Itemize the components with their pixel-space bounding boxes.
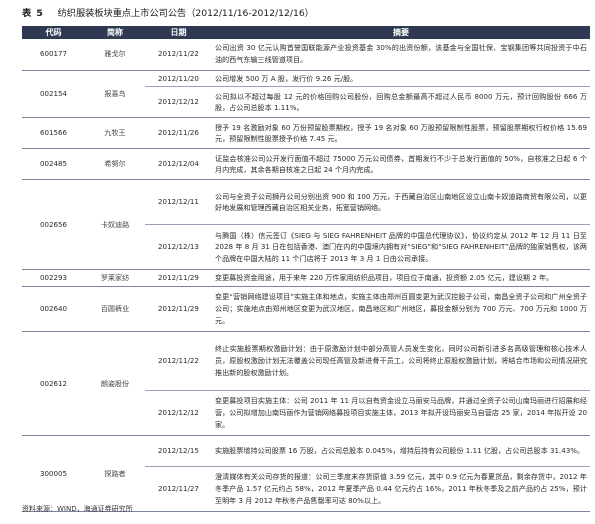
- cell-date: 2012/11/22: [145, 39, 212, 71]
- cell-name: 九牧王: [85, 117, 145, 150]
- cell-summary: 授予 19 名激励对象 60 万份预留股票期权，授予 19 名对象 60 万股预…: [212, 117, 590, 150]
- cell-summary: 公司与全资子公司狮丹公司分别出资 900 和 100 万元，于西藏自治区山南地区…: [212, 179, 590, 226]
- table-title-text: 纺织服装板块重点上市公司公告（2012/11/16-2012/12/16）: [57, 8, 314, 19]
- cell-code: 002612: [22, 331, 85, 437]
- cell-summary: 实施股票增持公司股票 16 万股，占公司总股本 0.045%，增持后持有公司股份…: [212, 435, 590, 468]
- table-header-row: 代码 简称 日期 摘要: [22, 26, 590, 39]
- page: 表 5 纺织服装板块重点上市公司公告（2012/11/16-2012/12/16…: [0, 0, 595, 524]
- cell-code: 002293: [22, 269, 85, 288]
- table-title: 表 5 纺织服装板块重点上市公司公告（2012/11/16-2012/12/16…: [22, 8, 314, 20]
- cell-name: 百圆裤业: [85, 286, 145, 333]
- cell-name: 探路者: [85, 435, 145, 513]
- table-row: 002656 卡奴迪路 2012/12/11 公司与全资子公司狮丹公司分别出资 900…: [22, 179, 590, 271]
- cell-code: 002656: [22, 179, 85, 271]
- table-row: 600177 雅戈尔 2012/11/22 公司出资 30 亿元认购首誉国联能源产业投…: [22, 39, 590, 71]
- header-code: 代码: [22, 26, 85, 39]
- cell-code: 300005: [22, 435, 85, 513]
- cell-code: 002154: [22, 70, 85, 119]
- cell-name: 希努尔: [85, 148, 145, 181]
- cell-name: 报喜鸟: [85, 70, 145, 119]
- cell-date: 2012/11/20: [145, 70, 212, 88]
- table-body: 600177 雅戈尔 2012/11/22 公司出资 30 亿元认购首誉国联能源产业投…: [22, 39, 590, 513]
- cell-summary: 变更“营销网络建设项目”实施主体和地点，实施主体由郑州百圆变更为武汉控股子公司，…: [212, 286, 590, 333]
- cell-name: 卡奴迪路: [85, 179, 145, 271]
- table-row: 002293 罗莱家纺 2012/11/29 变更募投资金用途，用于来年 220 万件…: [22, 269, 590, 288]
- table-row: 002485 希努尔 2012/12/04 证监会核准公司公开发行面值不超过 7500…: [22, 148, 590, 181]
- cell-date: 2012/11/26: [145, 117, 212, 150]
- cell-date: 2012/12/15: [145, 435, 212, 468]
- cell-date: 2012/11/29: [145, 286, 212, 333]
- cell-date: 2012/11/29: [145, 269, 212, 288]
- cell-date: 2012/11/27: [145, 466, 212, 513]
- cell-summary: 终止实施股票期权激励计划：由于原激励计划中部分高管人员发生变化，同时公司新引进多…: [212, 331, 590, 392]
- cell-summary: 变更募投项目实施主体：公司 2011 年 11 月以自有资金设立马丽安马品牌，并…: [212, 390, 590, 437]
- cell-name: 雅戈尔: [85, 39, 145, 71]
- header-name: 简称: [85, 26, 145, 39]
- table-row: 601566 九牧王 2012/11/26 授予 19 名激励对象 60 万份预留股票…: [22, 117, 590, 150]
- source-note: 资料来源：WIND，海通证券研究所: [22, 505, 133, 513]
- cell-summary: 公司出资 30 亿元认购首誉国联能源产业投资基金 30%的出资份额，该基金与全国…: [212, 39, 590, 71]
- cell-date: 2012/12/04: [145, 148, 212, 181]
- cell-summary: 公司拟以不超过每股 12 元的价格回购公司股份，回购总金额最高不超过人民币 80…: [212, 86, 590, 119]
- table-row: 002640 百圆裤业 2012/11/29 变更“营销网络建设项目”实施主体和地点，…: [22, 286, 590, 333]
- cell-code: 002640: [22, 286, 85, 333]
- header-summary: 摘要: [212, 26, 590, 39]
- cell-name: 朗姿股份: [85, 331, 145, 437]
- header-date: 日期: [145, 26, 212, 39]
- cell-summary: 证监会核准公司公开发行面值不超过 75000 万元公司债券，首期发行不少于总发行…: [212, 148, 590, 181]
- cell-date: 2012/12/12: [145, 390, 212, 437]
- cell-code: 601566: [22, 117, 85, 150]
- cell-date: 2012/12/13: [145, 224, 212, 271]
- table-number: 表 5: [22, 8, 44, 19]
- table-row: 002612 朗姿股份 2012/11/22 终止实施股票期权激励计划：由于原激励计划…: [22, 331, 590, 437]
- cell-code: 002485: [22, 148, 85, 181]
- announcement-table: 代码 简称 日期 摘要 600177 雅戈尔 2012/11/22 公司出资 30 亿…: [22, 26, 590, 513]
- cell-code: 600177: [22, 39, 85, 71]
- table-row: 300005 探路者 2012/12/15 实施股票增持公司股票 16 万股，占公司总…: [22, 435, 590, 513]
- cell-summary: 与腾国（株）信元签订《SIEG 与 SIEG FAHRENHEIT 品牌的中国总…: [212, 224, 590, 271]
- cell-summary: 澄清媒体有关公司存货的报道：公司三季度末存货原值 3.59 亿元，其中 0.9 …: [212, 466, 590, 513]
- cell-summary: 变更募投资金用途，用于来年 220 万件家用纺织品项目，项目位于南通，投资额 2…: [212, 269, 590, 288]
- cell-date: 2012/11/22: [145, 331, 212, 392]
- table-row: 002154 报喜鸟 2012/11/20 公司增发 500 万 A 股，发行价 9.…: [22, 70, 590, 119]
- cell-summary: 公司增发 500 万 A 股，发行价 9.26 元/股。: [212, 70, 590, 88]
- cell-date: 2012/12/11: [145, 179, 212, 226]
- cell-name: 罗莱家纺: [85, 269, 145, 288]
- cell-date: 2012/12/12: [145, 86, 212, 119]
